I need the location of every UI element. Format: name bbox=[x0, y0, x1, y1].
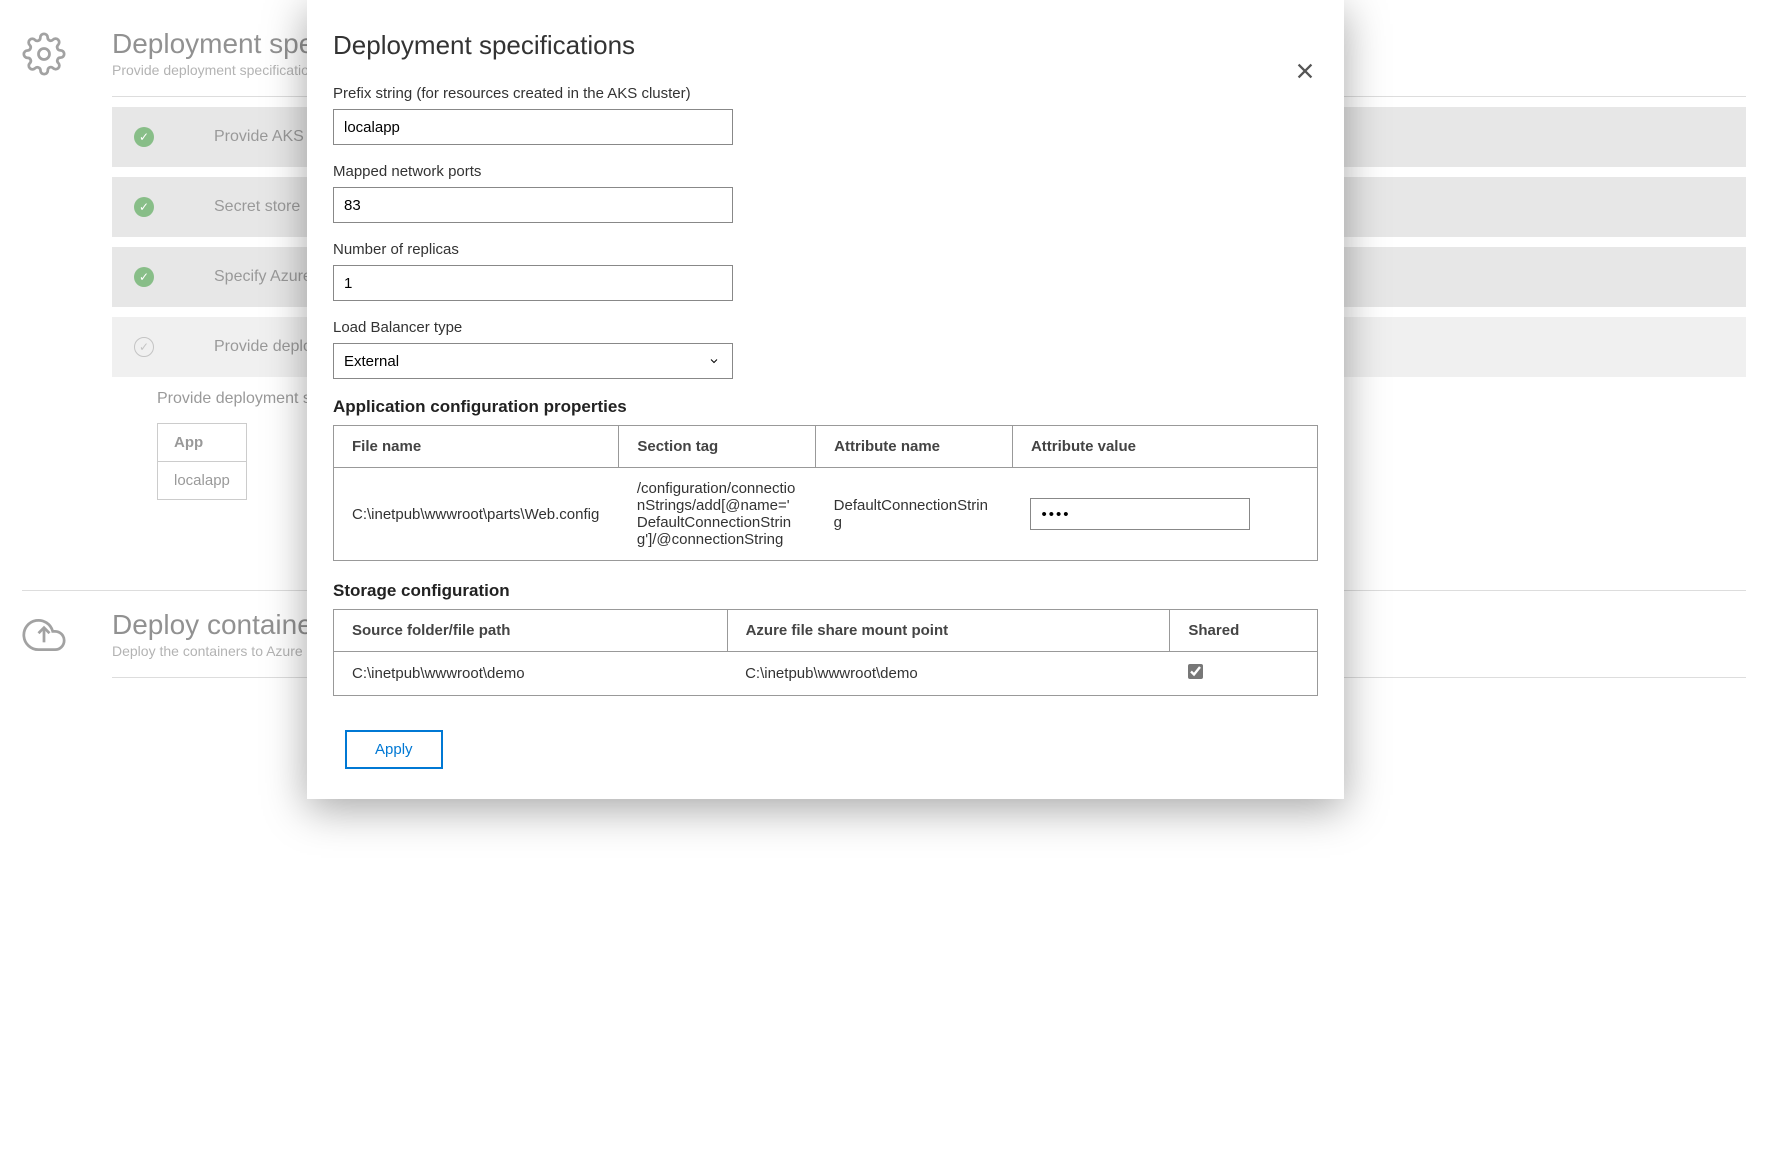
apply-button[interactable]: Apply bbox=[345, 730, 443, 769]
table-row: C:\inetpub\wwwroot\demo C:\inetpub\wwwro… bbox=[334, 652, 1318, 696]
table-row: C:\inetpub\wwwroot\parts\Web.config /con… bbox=[334, 468, 1318, 561]
replicas-label: Number of replicas bbox=[333, 241, 1318, 258]
cell-tag: /configuration/connectionStrings/add[@na… bbox=[619, 468, 816, 561]
cell-attrname: DefaultConnectionString bbox=[816, 468, 1013, 561]
deployment-spec-modal: Deployment specifications Prefix string … bbox=[307, 0, 1344, 799]
col-mount: Azure file share mount point bbox=[727, 610, 1170, 652]
cell-file: C:\inetpub\wwwroot\parts\Web.config bbox=[334, 468, 619, 561]
app-config-table: File name Section tag Attribute name Att… bbox=[333, 425, 1318, 561]
loadbalancer-label: Load Balancer type bbox=[333, 319, 1318, 336]
loadbalancer-select[interactable]: External bbox=[333, 343, 733, 379]
storage-config-heading: Storage configuration bbox=[333, 581, 1318, 601]
col-attrname: Attribute name bbox=[816, 426, 1013, 468]
shared-checkbox[interactable] bbox=[1188, 664, 1203, 679]
ports-label: Mapped network ports bbox=[333, 163, 1318, 180]
col-tag: Section tag bbox=[619, 426, 816, 468]
modal-title: Deployment specifications bbox=[333, 30, 1318, 61]
cell-shared bbox=[1170, 652, 1318, 696]
col-file: File name bbox=[334, 426, 619, 468]
close-icon[interactable] bbox=[1294, 60, 1316, 85]
cell-src: C:\inetpub\wwwroot\demo bbox=[334, 652, 728, 696]
col-src: Source folder/file path bbox=[334, 610, 728, 652]
prefix-label: Prefix string (for resources created in … bbox=[333, 85, 1318, 102]
col-shared: Shared bbox=[1170, 610, 1318, 652]
cell-mount: C:\inetpub\wwwroot\demo bbox=[727, 652, 1170, 696]
prefix-input[interactable] bbox=[333, 109, 733, 145]
ports-input[interactable] bbox=[333, 187, 733, 223]
cell-attrval bbox=[1012, 468, 1317, 561]
storage-config-table: Source folder/file path Azure file share… bbox=[333, 609, 1318, 696]
replicas-input[interactable] bbox=[333, 265, 733, 301]
app-config-heading: Application configuration properties bbox=[333, 397, 1318, 417]
col-attrval: Attribute value bbox=[1012, 426, 1317, 468]
attribute-value-input[interactable] bbox=[1030, 498, 1250, 530]
